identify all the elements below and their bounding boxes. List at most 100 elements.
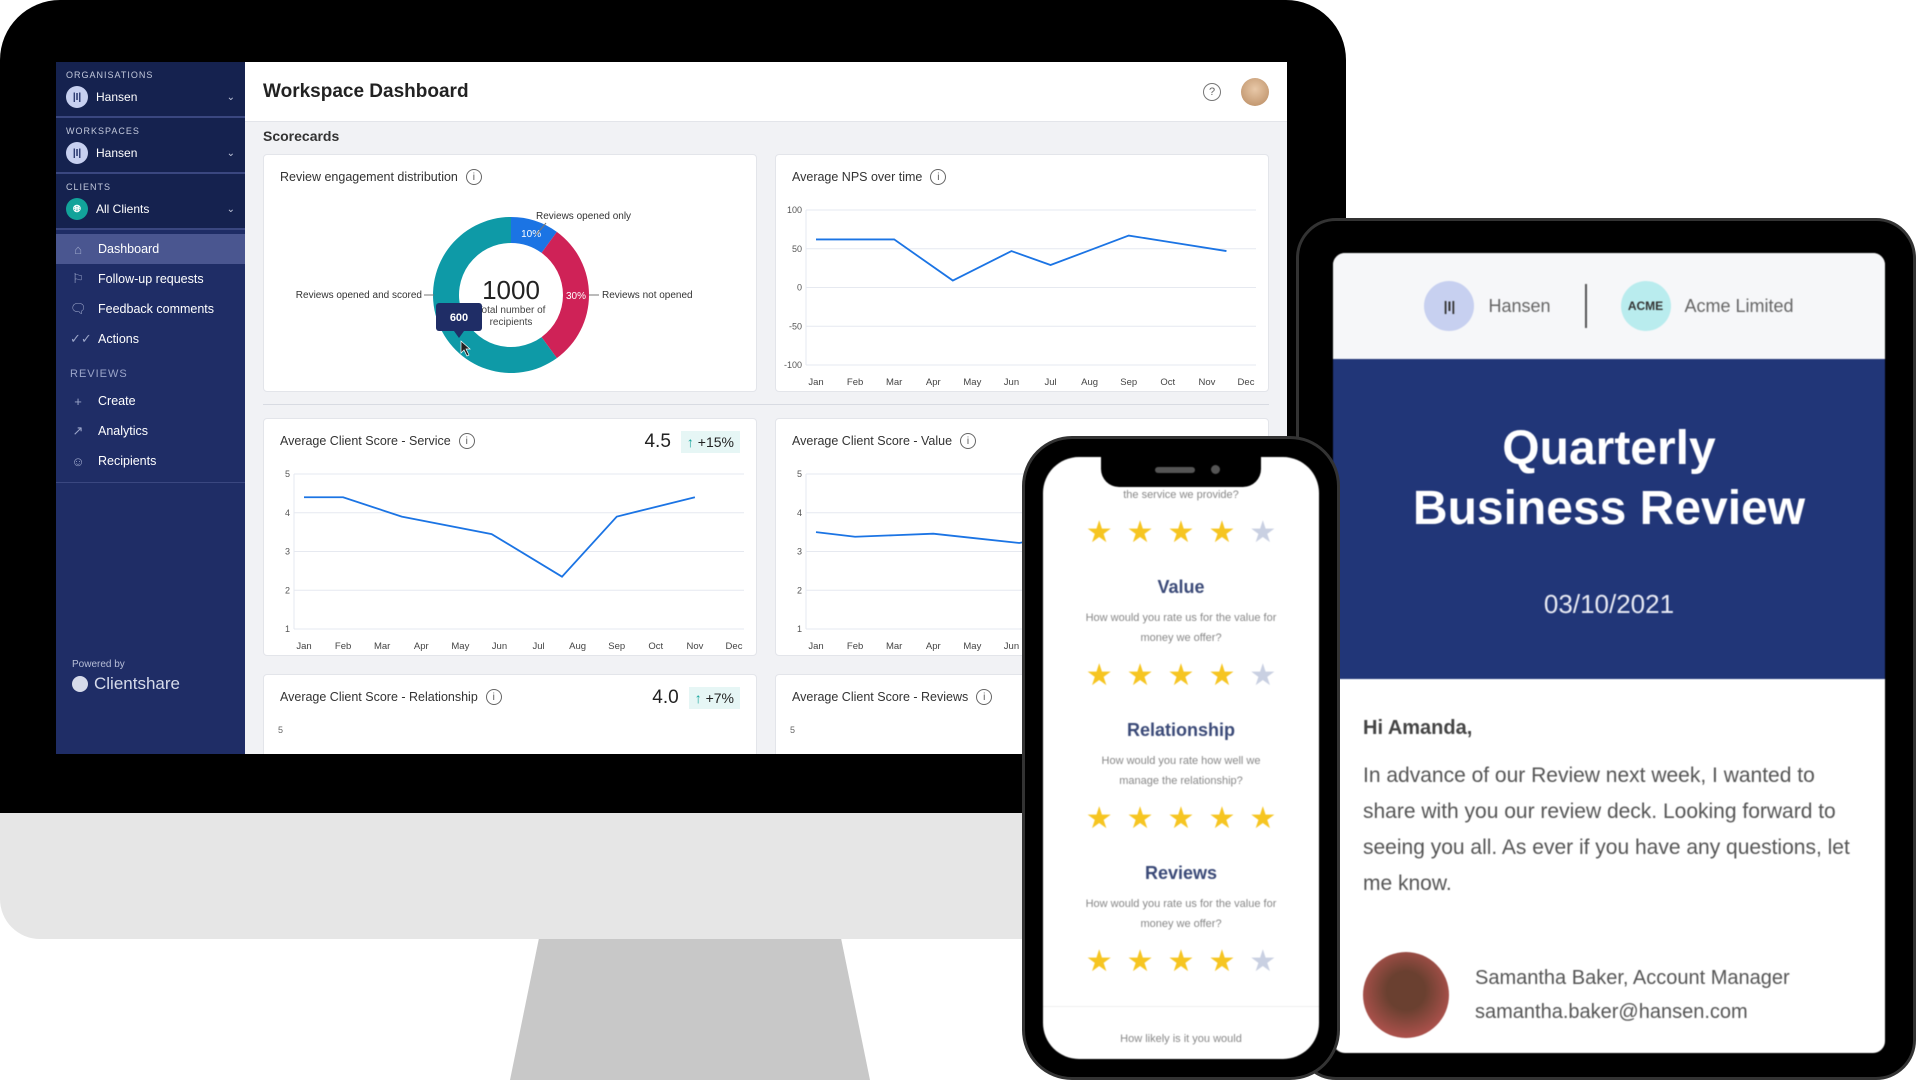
star-filled-icon[interactable]: ★ xyxy=(1208,517,1235,549)
star-filled-icon[interactable]: ★ xyxy=(1168,803,1195,835)
y-tick-label: 5 xyxy=(790,725,796,735)
star-filled-icon[interactable]: ★ xyxy=(1127,946,1154,978)
email-banner: Quarterly Business Review 03/10/2021 xyxy=(1333,359,1885,679)
greeting: Hi Amanda, xyxy=(1363,717,1473,739)
info-icon[interactable]: i xyxy=(485,689,502,705)
sidebar-item-feedback-comments[interactable]: 🗨︎ Feedback comments xyxy=(56,294,245,324)
sender-email[interactable]: samantha.baker@hansen.com xyxy=(1475,995,1790,1029)
star-rating[interactable]: ★ ★ ★ ★ ★ xyxy=(1043,946,1319,978)
powered-by: Powered by Clientshare xyxy=(72,659,180,694)
x-tick-label: Jan xyxy=(296,641,311,652)
hansen-logo-icon: |I| xyxy=(66,86,88,108)
org-name: Hansen xyxy=(1488,295,1551,316)
star-filled-icon[interactable]: ★ xyxy=(1127,660,1154,692)
star-filled-icon[interactable]: ★ xyxy=(1086,660,1113,692)
sidebar-item-analytics[interactable]: ↗ Analytics xyxy=(56,416,245,446)
star-filled-icon[interactable]: ★ xyxy=(1208,803,1235,835)
sidebar-item-dashboard[interactable]: ⌂ Dashboard xyxy=(56,234,245,264)
star-empty-icon[interactable]: ★ xyxy=(1249,660,1276,692)
star-empty-icon[interactable]: ★ xyxy=(1249,946,1276,978)
x-tick-label: Jan xyxy=(808,377,823,388)
workspace-selector[interactable]: WORKSPACES |I| Hansen ⌄ xyxy=(56,118,245,174)
star-rating[interactable]: ★ ★ ★ ★ ★ xyxy=(1043,803,1319,835)
star-filled-icon[interactable]: ★ xyxy=(1208,660,1235,692)
star-empty-icon[interactable]: ★ xyxy=(1249,517,1276,549)
section-title: Scorecards xyxy=(263,128,340,144)
signature: Samantha Baker, Account Manager samantha.… xyxy=(1363,952,1855,1038)
flag-icon: ⚐ xyxy=(72,271,84,286)
banner-date: 03/10/2021 xyxy=(1543,589,1675,619)
chevron-down-icon[interactable]: ⌄ xyxy=(227,204,235,215)
star-filled-icon[interactable]: ★ xyxy=(1127,517,1154,549)
section-divider xyxy=(263,404,1269,405)
organisation-name: Hansen xyxy=(96,90,138,104)
page-title: Workspace Dashboard xyxy=(263,80,469,102)
y-tick-label: 5 xyxy=(278,725,284,735)
email-header: |I| Hansen ACME Acme Limited xyxy=(1333,253,1885,359)
client-name: All Clients xyxy=(96,202,150,216)
sidebar-item-actions[interactable]: ✓✓ Actions xyxy=(56,324,245,354)
info-icon[interactable]: i xyxy=(976,689,993,705)
survey-section-title: Relationship xyxy=(1126,720,1235,740)
sidebar-item-label: Dashboard xyxy=(98,242,160,256)
x-tick-label: Jun xyxy=(492,641,507,652)
chevron-down-icon[interactable]: ⌄ xyxy=(227,92,235,103)
double-check-icon: ✓✓ xyxy=(70,331,92,346)
reviews-heading: REVIEWS xyxy=(70,368,128,380)
star-filled-icon[interactable]: ★ xyxy=(1086,803,1113,835)
sidebar-item-follow-up-requests[interactable]: ⚐ Follow-up requests xyxy=(56,264,245,294)
organisation-selector[interactable]: ORGANISATIONS |I| Hansen ⌄ xyxy=(56,62,245,118)
survey-question: How would you rate how well we manage th… xyxy=(1101,755,1261,787)
banner-title-line1: Quarterly xyxy=(1502,422,1716,475)
hansen-logo-icon: |I| xyxy=(1424,281,1475,331)
help-icon[interactable]: ? xyxy=(1203,82,1221,101)
center-value: 1000 xyxy=(482,275,540,305)
x-tick-label: Feb xyxy=(847,377,863,388)
y-tick-label: 2 xyxy=(285,585,290,595)
survey-question: the service we provide? xyxy=(1123,489,1239,501)
client-org-name: Acme Limited xyxy=(1684,295,1794,316)
user-avatar[interactable] xyxy=(1241,77,1269,106)
survey-question: How would you rate us for the value for … xyxy=(1085,612,1277,644)
star-rating[interactable]: ★ ★ ★ ★ ★ xyxy=(1043,517,1319,549)
relationship-change: +7% xyxy=(705,690,734,706)
x-tick-label: Sep xyxy=(608,641,625,652)
donut-chart: 10%30%60%1000Total number ofrecipientsRe… xyxy=(296,211,693,373)
star-filled-icon[interactable]: ★ xyxy=(1249,803,1276,835)
star-rating[interactable]: ★ ★ ★ ★ ★ xyxy=(1043,660,1319,692)
star-filled-icon[interactable]: ★ xyxy=(1168,946,1195,978)
sidebar-item-create[interactable]: + Create xyxy=(56,386,245,416)
client-selector[interactable]: CLIENTS 🌐︎ All Clients ⌄ xyxy=(56,174,245,230)
star-filled-icon[interactable]: ★ xyxy=(1168,660,1195,692)
header-separator xyxy=(1584,284,1587,328)
star-filled-icon[interactable]: ★ xyxy=(1086,517,1113,549)
y-tick-label: 1 xyxy=(797,624,802,634)
chevron-down-icon[interactable]: ⌄ xyxy=(227,148,235,159)
x-tick-label: Jun xyxy=(1004,377,1019,388)
x-tick-label: Feb xyxy=(335,641,351,652)
star-filled-icon[interactable]: ★ xyxy=(1127,803,1154,835)
device-mockup: ORGANISATIONS |I| Hansen ⌄ WORKSPACES |I| H… xyxy=(0,0,1920,1080)
sidebar-divider xyxy=(56,482,245,483)
survey-question: How would you rate us for the value for … xyxy=(1085,898,1277,930)
x-tick-label: May xyxy=(963,377,981,388)
y-tick-label: 2 xyxy=(797,585,802,595)
clientshare-brand: Clientshare xyxy=(94,674,180,693)
sidebar-item-recipients[interactable]: ☺ Recipients xyxy=(56,446,245,476)
clients-caption: CLIENTS xyxy=(66,182,112,192)
tablet-email-preview: |I| Hansen ACME Acme Limited Quarterly B… xyxy=(1333,253,1885,1053)
y-tick-label: 100 xyxy=(787,205,802,215)
series-line xyxy=(815,531,1036,544)
sender-avatar xyxy=(1363,952,1449,1038)
star-filled-icon[interactable]: ★ xyxy=(1086,946,1113,978)
phone-frame: the service we provide? ★ ★ ★ ★ ★ Value How … xyxy=(1022,436,1340,1080)
slice-percent-label: 10% xyxy=(521,229,541,240)
star-filled-icon[interactable]: ★ xyxy=(1208,946,1235,978)
sidebar-item-label: Analytics xyxy=(98,424,149,438)
y-tick-label: 3 xyxy=(797,547,802,557)
nps-card: Average NPS over time i 100 50 0 -50 -100 Jan F… xyxy=(775,154,1269,392)
x-tick-label: May xyxy=(963,641,981,652)
star-filled-icon[interactable]: ★ xyxy=(1168,517,1195,549)
card-title: Average Client Score - Relationship xyxy=(280,690,478,704)
survey-section-title: Reviews xyxy=(1144,863,1218,883)
